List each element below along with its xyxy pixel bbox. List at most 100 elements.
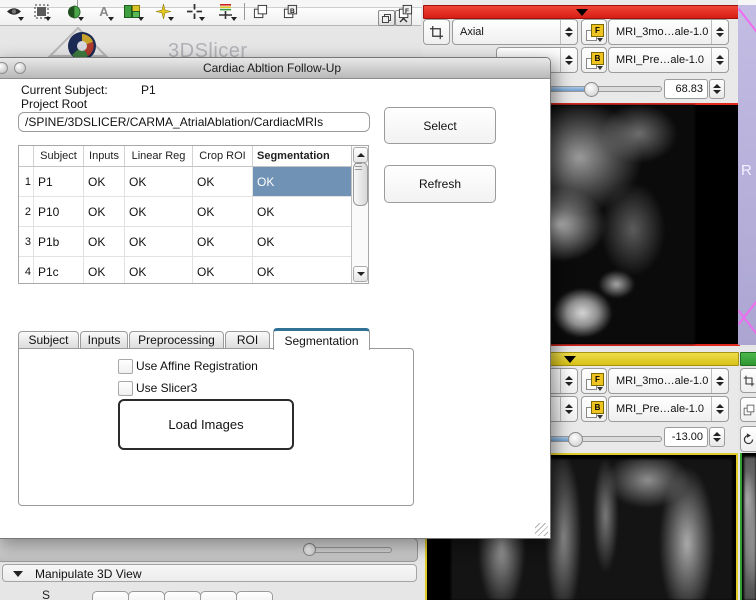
stepper-icon[interactable] — [560, 369, 577, 393]
col-crop-roi[interactable]: Crop ROI — [193, 146, 253, 166]
red-slice-spinner[interactable] — [709, 79, 725, 99]
tab-inputs[interactable]: Inputs — [80, 331, 128, 349]
background-layers-icon: B — [283, 4, 298, 19]
project-root-input[interactable]: /SPINE/3DSLICER/CARMA_AtrialAblation/Car… — [18, 112, 370, 132]
table-scrollbar[interactable] — [351, 146, 368, 283]
dropdown-arrow-icon — [597, 387, 603, 391]
scrollbar-grip — [355, 163, 362, 164]
yellow-slice-offset-field[interactable]: -13.00 — [664, 427, 708, 447]
yellow-foreground-layer-button[interactable]: F — [581, 368, 607, 394]
collapse-triangle-icon — [564, 356, 576, 363]
axial-mri-image — [547, 105, 695, 344]
table-row[interactable]: 3 P1b OK OK OK OK — [19, 227, 352, 257]
red-foreground-volume-select[interactable]: MRI_3mo…ale-1.0 — [608, 19, 729, 45]
stepper-icon[interactable] — [711, 397, 728, 421]
table-row[interactable]: 4 P1c OK OK OK OK — [19, 257, 352, 283]
red-viewer-bar[interactable] — [423, 5, 739, 19]
green-layers-button[interactable] — [740, 397, 756, 422]
tab-roi[interactable]: ROI — [225, 331, 270, 349]
col-inputs[interactable]: Inputs — [84, 146, 125, 166]
orientation-value: Axial — [460, 26, 484, 38]
green-viewer-bar[interactable] — [740, 352, 756, 366]
red-slice-view[interactable] — [545, 103, 740, 346]
yellow-slice-slider-handle[interactable] — [568, 432, 583, 447]
background-layer-icon: B — [591, 401, 604, 414]
background-volume-value: MRI_Pre…ale-1.0 — [616, 403, 704, 415]
foreground-layer-icon: F — [591, 24, 604, 37]
crop-slice-button[interactable] — [423, 19, 450, 45]
partial-button[interactable] — [128, 591, 165, 600]
tab-preprocessing[interactable]: Preprocessing — [129, 331, 224, 349]
dropdown-arrow-icon — [168, 17, 174, 21]
select-button[interactable]: Select — [384, 107, 496, 144]
stepper-icon[interactable] — [560, 397, 577, 421]
load-images-button[interactable]: Load Images — [118, 399, 294, 450]
foreground-toggle-button[interactable]: F — [395, 3, 415, 20]
dialog-titlebar[interactable]: Cardiac Abltion Follow-Up — [0, 58, 550, 79]
restore-icon — [382, 14, 391, 23]
cardiac-ablation-dialog: Cardiac Abltion Follow-Up Current Subjec… — [0, 57, 551, 539]
partial-button[interactable] — [200, 591, 237, 600]
use-slicer3-checkbox[interactable] — [118, 381, 133, 396]
table-row[interactable]: 1 P1 OK OK OK OK — [19, 167, 352, 197]
dropdown-arrow-icon — [18, 17, 24, 21]
red-foreground-layer-button[interactable]: F — [581, 19, 607, 45]
red-slice-offset-field[interactable]: 68.83 — [664, 79, 708, 99]
orientation-select[interactable]: Axial — [452, 19, 578, 45]
col-subject[interactable]: Subject — [34, 146, 84, 166]
red-slice-slider-handle[interactable] — [584, 82, 599, 97]
subjects-table[interactable]: Subject Inputs Linear Reg Crop ROI Segme… — [18, 145, 369, 284]
foreground-volume-value: MRI_3mo…ale-1.0 — [616, 375, 708, 387]
yellow-background-layer-button[interactable]: B — [581, 396, 607, 422]
scrollbar-thumb[interactable] — [353, 162, 368, 206]
threed-view-strip[interactable]: R — [738, 5, 756, 345]
col-linear-reg[interactable]: Linear Reg — [125, 146, 193, 166]
table-row[interactable]: 2 P10 OK OK OK OK — [19, 197, 352, 227]
yellow-slice-spinner[interactable] — [709, 427, 725, 447]
background-toggle-button[interactable]: B — [280, 3, 300, 20]
stepper-icon[interactable] — [560, 48, 577, 72]
dropdown-arrow-icon — [138, 17, 144, 21]
resize-grip[interactable] — [535, 523, 548, 536]
stepper-icon[interactable] — [711, 48, 728, 72]
collapse-triangle-icon — [13, 571, 23, 577]
red-background-layer-button[interactable]: B — [581, 47, 607, 73]
manipulate-3d-view-label: Manipulate 3D View — [35, 567, 142, 581]
stepper-icon[interactable] — [711, 369, 728, 393]
partial-button[interactable] — [164, 591, 201, 600]
col-segmentation[interactable]: Segmentation — [253, 146, 352, 166]
refresh-button[interactable]: Refresh — [384, 165, 496, 203]
dropdown-arrow-icon — [597, 66, 603, 70]
tab-segmentation[interactable]: Segmentation — [273, 328, 370, 350]
svg-text:B: B — [290, 8, 295, 15]
manipulate-3d-view-header[interactable]: Manipulate 3D View — [2, 564, 417, 582]
scroll-down-icon[interactable] — [353, 266, 368, 282]
yellow-foreground-volume-select[interactable]: MRI_3mo…ale-1.0 — [608, 368, 729, 394]
use-affine-registration-checkbox[interactable] — [118, 359, 133, 374]
svg-text:F: F — [405, 8, 409, 15]
project-root-label: Project Root — [21, 97, 87, 111]
table-header-row[interactable]: Subject Inputs Linear Reg Crop ROI Segme… — [19, 146, 352, 167]
crop-icon — [743, 375, 755, 387]
tab-subject[interactable]: Subject — [18, 331, 79, 349]
red-background-volume-select[interactable]: MRI_Pre…ale-1.0 — [608, 47, 729, 73]
green-crop-button[interactable] — [740, 368, 756, 393]
yellow-background-volume-select[interactable]: MRI_Pre…ale-1.0 — [608, 396, 729, 422]
scroll-up-icon[interactable] — [353, 147, 368, 163]
opacity-slider-handle[interactable] — [303, 543, 316, 556]
stepper-icon[interactable] — [711, 20, 728, 44]
partial-button[interactable] — [236, 591, 273, 600]
green-slice-view[interactable] — [740, 453, 756, 600]
dropdown-arrow-icon — [199, 17, 205, 21]
opacity-slider[interactable] — [306, 547, 392, 553]
dropdown-arrow-icon — [78, 17, 84, 21]
partial-button[interactable] — [92, 591, 129, 600]
restore-window-button[interactable] — [378, 10, 395, 26]
foreground-volume-value: MRI_3mo…ale-1.0 — [616, 26, 708, 38]
foreground-layer-icon: F — [591, 373, 604, 386]
selected-cell[interactable]: OK — [253, 167, 352, 196]
compare-layers-button[interactable] — [250, 3, 270, 20]
green-rotate-button[interactable] — [740, 426, 756, 452]
rotate-icon — [742, 433, 755, 446]
stepper-icon[interactable] — [560, 20, 577, 44]
